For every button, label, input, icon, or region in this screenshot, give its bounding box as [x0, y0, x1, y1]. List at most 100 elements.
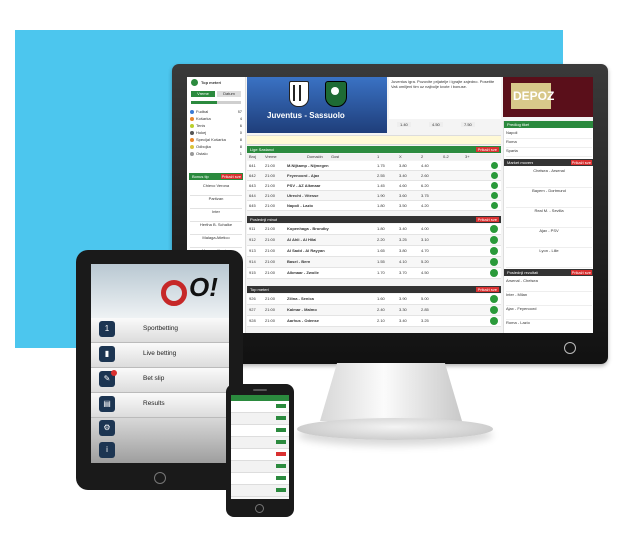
- menu-item-results[interactable]: ▤ Results: [91, 393, 229, 418]
- menu-item-bet-slip[interactable]: ✎ Bet slip: [91, 368, 229, 393]
- panel-header: Poslednji rezultati Prikaži sve: [504, 269, 593, 276]
- list-item[interactable]: [231, 449, 289, 461]
- list-item[interactable]: Inter - Milan: [506, 292, 592, 306]
- promo-text: Juventus igra. Pozovite prijatelje i igr…: [391, 79, 495, 89]
- tab-time[interactable]: Vreme: [191, 91, 215, 97]
- add-bet-button[interactable]: [490, 236, 498, 244]
- sport-item[interactable]: Ostalo 1: [190, 151, 242, 158]
- table-row[interactable]: 927 21:00 Kalmar - Malmo 2.40 3.30 2.85: [247, 305, 501, 316]
- table-row[interactable]: 915 21:00 Alkmaar - Zwolle 1.70 3.70 4.50: [247, 268, 501, 279]
- list-item[interactable]: Chievo Verona: [190, 183, 242, 196]
- tablet-home-button[interactable]: [154, 472, 166, 484]
- add-bet-button[interactable]: [490, 317, 498, 325]
- sport-item[interactable]: Košarka 4: [190, 116, 242, 123]
- odds-button[interactable]: [276, 404, 286, 408]
- list-item[interactable]: Inter: [190, 209, 242, 222]
- list-item[interactable]: Ajax - Feyenoord: [506, 306, 592, 320]
- add-bet-button[interactable]: [491, 162, 498, 169]
- table-row[interactable]: 644 21:00 Utrecht - Vitesse 1.90 3.60 3.75: [247, 191, 501, 201]
- ad-banner[interactable]: DEPOZ: [503, 77, 593, 117]
- list-item[interactable]: Lyon - Lille: [506, 248, 592, 268]
- table-row[interactable]: 912 21:00 Al Ahli - Al Hilal 2.20 3.25 3.10: [247, 235, 501, 246]
- time-slider-fill: [191, 101, 217, 104]
- sport-item[interactable]: Tenis 6: [190, 123, 242, 130]
- show-all-button[interactable]: Prikaži sve: [475, 217, 499, 222]
- table-row[interactable]: 911 21:00 Kopenhaga - Brondby 1.80 3.40 4.00: [247, 224, 501, 235]
- odds-button[interactable]: [276, 464, 286, 468]
- add-bet-button[interactable]: [490, 225, 498, 233]
- info-icon[interactable]: i: [99, 442, 115, 458]
- quick-odds-strip: [247, 135, 501, 145]
- list-item[interactable]: [231, 437, 289, 449]
- list-item[interactable]: Napoli: [506, 130, 592, 139]
- add-bet-button[interactable]: [490, 269, 498, 277]
- list-item[interactable]: [231, 485, 289, 497]
- list-item[interactable]: Sparta: [506, 148, 592, 157]
- list-item[interactable]: Real M. - Sevilla: [506, 208, 592, 228]
- show-all-button[interactable]: Prikaži sve: [220, 174, 242, 179]
- table-row[interactable]: 928 21:00 Aarhus - Odense 2.10 3.40 3.25: [247, 316, 501, 327]
- list-item[interactable]: Partizan: [190, 196, 242, 209]
- section-header: Lige Sastanci Prikaži sve: [247, 146, 501, 153]
- odds-button[interactable]: 4.50: [429, 122, 443, 127]
- table-row[interactable]: 643 21:00 PSV - AZ Alkmaar 1.45 4.60 6.20: [247, 181, 501, 191]
- table-row[interactable]: 913 21:00 Al Sadd - Al Rayyan 1.65 3.80 4.70: [247, 246, 501, 257]
- list-item[interactable]: Ajax - PSV: [506, 228, 592, 248]
- add-bet-button[interactable]: [491, 172, 498, 179]
- show-all-button[interactable]: Prikaži sve: [570, 270, 592, 275]
- menu-item-sportbetting[interactable]: 1 Sportbetting: [91, 318, 229, 343]
- add-bet-button[interactable]: [490, 258, 498, 266]
- show-all-button[interactable]: Prikaži sve: [570, 160, 592, 165]
- ad-text: DEPOZ: [513, 89, 555, 103]
- phone-home-button[interactable]: [255, 504, 264, 513]
- table-row[interactable]: 926 21:00 Zilina - Senica 1.60 3.90 5.00: [247, 294, 501, 305]
- odds-button[interactable]: 1.40: [397, 122, 411, 127]
- odds-button[interactable]: [276, 440, 286, 444]
- table-row[interactable]: 914 21:00 Basel - Bern 1.55 4.10 5.20: [247, 257, 501, 268]
- table-row[interactable]: 641 21:00 M.Nijkamp - Nijmegen 1.75 3.80 4.40: [247, 161, 501, 171]
- sport-item[interactable]: Fudbal 87: [190, 109, 242, 116]
- add-bet-button[interactable]: [490, 247, 498, 255]
- phone-screen: [231, 395, 289, 499]
- list-item[interactable]: Bayern - Dortmund: [506, 188, 592, 208]
- odds-button[interactable]: [276, 428, 286, 432]
- table-row[interactable]: 642 21:00 Feyenoord - Ajax 2.55 3.40 2.60: [247, 171, 501, 181]
- table-row[interactable]: 645 21:00 Napoli - Lazio 1.80 3.50 4.20: [247, 201, 501, 211]
- add-bet-button[interactable]: [490, 295, 498, 303]
- sport-item[interactable]: Odbojka 8: [190, 144, 242, 151]
- power-icon[interactable]: [564, 342, 576, 354]
- list-item[interactable]: Arsenal - Chelsea: [506, 278, 592, 292]
- sport-item[interactable]: Hokej 0: [190, 130, 242, 137]
- list-item[interactable]: [231, 413, 289, 425]
- list-item[interactable]: Malaga Atletico: [190, 235, 242, 248]
- odds-button[interactable]: [276, 416, 286, 420]
- odds-button[interactable]: [276, 488, 286, 492]
- list-item[interactable]: Roma: [506, 139, 592, 148]
- tab-date[interactable]: Datum: [217, 91, 241, 97]
- list-item[interactable]: [231, 425, 289, 437]
- list-item[interactable]: [231, 401, 289, 413]
- list-item[interactable]: Chelsea - Arsenal: [506, 168, 592, 188]
- show-all-button[interactable]: Prikaži sve: [475, 287, 499, 292]
- add-bet-button[interactable]: [490, 306, 498, 314]
- gear-icon[interactable]: ⚙: [99, 420, 115, 436]
- list-item[interactable]: [231, 473, 289, 485]
- crest-stripe: [293, 85, 295, 101]
- add-bet-button[interactable]: [491, 192, 498, 199]
- match-banner[interactable]: Juventus - Sassuolo: [247, 77, 387, 133]
- menu-item-live-betting[interactable]: ▮ Live betting: [91, 343, 229, 368]
- monitor-screen: Top meteri Vreme Datum Fudbal 87 Košarka 4…: [187, 77, 593, 333]
- show-all-button[interactable]: Prikaži sve: [475, 147, 499, 152]
- add-bet-button[interactable]: [491, 202, 498, 209]
- list-item[interactable]: Hertha B. Schalke: [190, 222, 242, 235]
- table-header: Broj Vreme Domaćin Gost 1 X 2 0-2 3+: [247, 154, 501, 160]
- brand-logo-icon: [161, 280, 187, 306]
- odds-button[interactable]: [276, 452, 286, 456]
- promo-text-box: Juventus igra. Pozovite prijatelje i igr…: [389, 77, 501, 119]
- sport-item[interactable]: Specijal Košarka 8: [190, 137, 242, 144]
- odds-button[interactable]: 7.50: [461, 122, 475, 127]
- list-item[interactable]: [231, 461, 289, 473]
- list-item[interactable]: Roma - Lazio: [506, 320, 592, 333]
- odds-button[interactable]: [276, 476, 286, 480]
- add-bet-button[interactable]: [491, 182, 498, 189]
